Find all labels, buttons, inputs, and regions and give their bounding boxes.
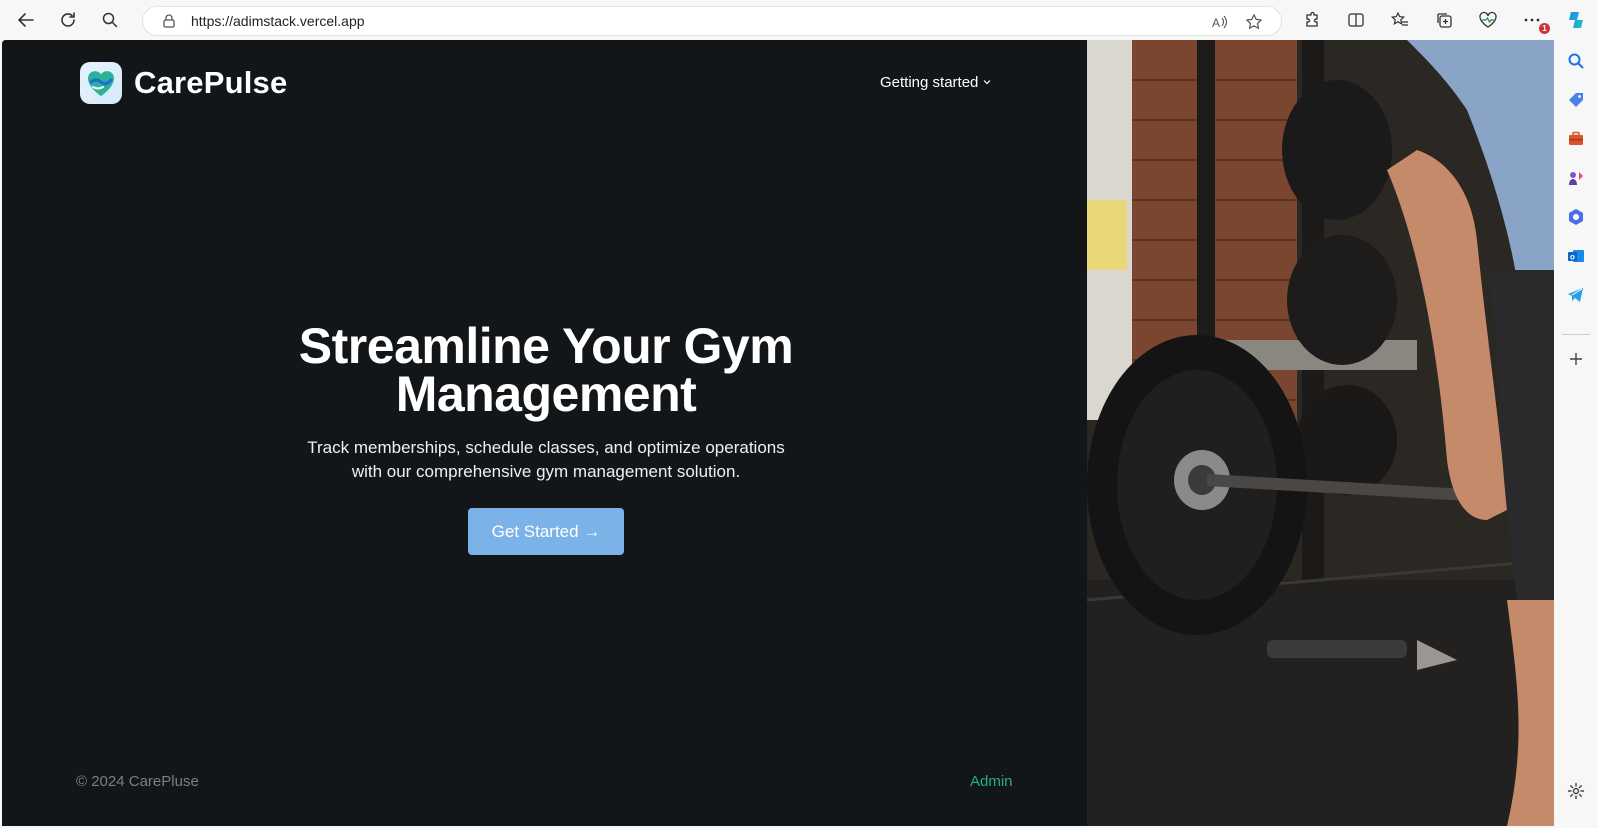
split-screen-icon[interactable] — [1340, 4, 1372, 36]
page-viewport: CarePulse Getting started Streamline You… — [2, 40, 1554, 826]
sidebar-search-icon[interactable] — [1565, 50, 1587, 72]
svg-text:A: A — [1212, 16, 1220, 30]
carepulse-logo-icon[interactable] — [80, 62, 122, 104]
svg-text:o: o — [1570, 253, 1575, 262]
brand-name[interactable]: CarePulse — [134, 65, 287, 101]
notification-badge: 1 — [1539, 23, 1550, 34]
games-icon[interactable] — [1565, 167, 1587, 189]
footer-copyright: © 2024 CarePluse — [76, 773, 199, 790]
gym-hero-image — [1087, 40, 1554, 826]
sidebar-divider — [1562, 334, 1590, 335]
shopping-tag-icon[interactable] — [1565, 89, 1587, 111]
address-bar[interactable]: https://adimstack.vercel.app A — [142, 6, 1282, 36]
hero-subtitle: Track memberships, schedule classes, and… — [2, 436, 1090, 484]
telegram-icon[interactable] — [1565, 284, 1587, 306]
add-icon[interactable] — [1565, 348, 1587, 370]
chevron-down-icon — [982, 74, 992, 91]
landing-panel: CarePulse Getting started Streamline You… — [2, 40, 1090, 826]
read-aloud-icon[interactable]: A — [1207, 9, 1233, 35]
hero-section: Streamline Your Gym Management Track mem… — [2, 321, 1090, 555]
brand[interactable]: CarePulse — [80, 62, 287, 104]
favorites-icon[interactable] — [1384, 4, 1416, 36]
lock-icon[interactable] — [161, 13, 177, 29]
outlook-icon[interactable]: o — [1565, 245, 1587, 267]
more-icon[interactable]: 1 — [1516, 4, 1550, 36]
health-icon[interactable] — [1472, 4, 1504, 36]
settings-icon[interactable] — [1565, 780, 1587, 802]
microsoft365-icon[interactable] — [1565, 206, 1587, 228]
browser-toolbar: https://adimstack.vercel.app A 1 — [0, 0, 1598, 40]
getting-started-label[interactable]: Getting started — [880, 74, 978, 91]
hero-subtitle-line2: with our comprehensive gym management so… — [351, 462, 741, 481]
extensions-icon[interactable] — [1296, 4, 1328, 36]
url-text[interactable]: https://adimstack.vercel.app — [191, 13, 365, 29]
browser-sidebar: o — [1554, 40, 1598, 828]
admin-link[interactable]: Admin — [970, 773, 1013, 790]
getting-started-menu[interactable]: Getting started — [880, 74, 992, 91]
collections-icon[interactable] — [1428, 4, 1460, 36]
refresh-icon[interactable] — [52, 4, 84, 36]
back-icon[interactable] — [10, 4, 42, 36]
favorite-star-icon[interactable] — [1241, 9, 1267, 35]
hero-title: Streamline Your Gym Management — [2, 321, 1090, 419]
hero-title-line2: Management — [395, 366, 697, 422]
hero-subtitle-line1: Track memberships, schedule classes, and… — [307, 438, 785, 457]
get-started-button[interactable]: Get Started → — [468, 508, 624, 555]
tools-icon[interactable] — [1565, 128, 1587, 150]
search-icon[interactable] — [94, 4, 126, 36]
copilot-icon[interactable] — [1560, 4, 1592, 36]
